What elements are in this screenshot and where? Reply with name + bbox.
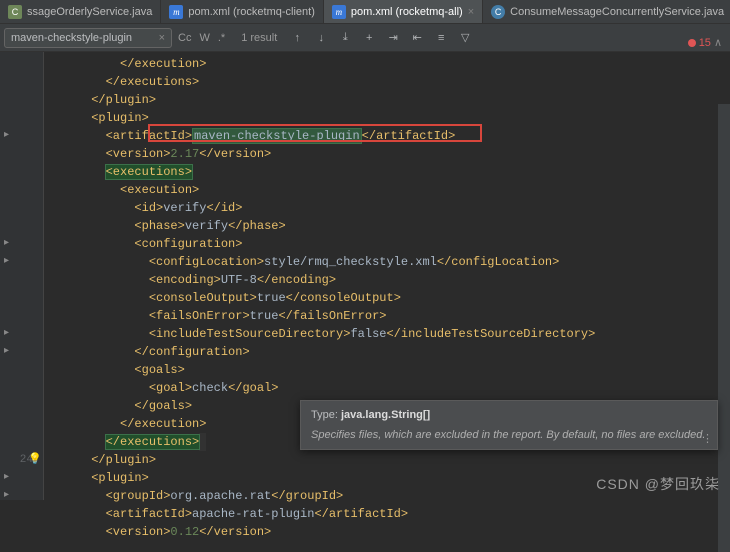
code-line[interactable]: <configuration> [48,235,595,253]
code-line[interactable]: <includeTestSourceDirectory>false</inclu… [48,325,595,343]
tooltip-type-label: Type: [311,409,338,421]
search-input[interactable]: maven-checkstyle-plugin × [4,28,172,48]
code-line[interactable]: <failsOnError>true</failsOnError> [48,307,595,325]
editor-tabs: CssageOrderlyService.java m pom.xml (rocke… [0,0,730,24]
file-type-icon: C [8,5,22,19]
tab-label: ConsumeMessageConcurrentlyService.java [510,6,724,18]
code-line[interactable]: <executions> [48,163,595,181]
tooltip-type-value: java.lang.String[] [341,409,430,421]
error-stripe[interactable] [718,104,730,552]
code-line[interactable]: <goal>check</goal> [48,379,595,397]
tooltip-description: Specifies files, which are excluded in t… [311,429,707,441]
code-line[interactable]: <plugin> [48,469,595,487]
code-line[interactable]: <plugin> [48,109,595,127]
intention-bulb-icon[interactable]: 💡 [28,451,42,469]
code-line[interactable]: <id>verify</id> [48,199,595,217]
code-line[interactable]: </execution> [48,55,595,73]
tab-label: pom.xml (rocketmq-client) [188,6,315,18]
code-line[interactable]: </plugin> [48,451,595,469]
search-option[interactable]: W [199,32,209,44]
code-line[interactable]: <artifactId>apache-rat-plugin</artifactI… [48,505,595,523]
code-line[interactable]: <groupId>org.apache.rat</groupId> [48,487,595,505]
code-line[interactable]: <configLocation>style/rmq_checkstyle.xml… [48,253,595,271]
tab-label: pom.xml (rocketmq-all) [351,6,463,18]
code-line[interactable]: </plugin> [48,91,595,109]
editor-tab[interactable]: CssageOrderlyService.java [0,0,161,24]
search-nav-button[interactable]: ⇥ [385,31,401,44]
search-option[interactable]: .* [218,32,225,44]
code-line[interactable]: <version>2.17</version> [48,145,595,163]
doc-tooltip: Type: java.lang.String[] Specifies files… [300,400,718,450]
search-options: Cc W .* [178,32,225,44]
code-line[interactable]: <phase>verify</phase> [48,217,595,235]
search-nav: ↑ ↓ ⤓ + ⇥ ⇤ ≡ ▽ [289,31,473,44]
code-line[interactable]: <goals> [48,361,595,379]
code-line[interactable]: </executions> [48,73,595,91]
fold-icon[interactable]: ▸ [4,235,9,253]
fold-icon[interactable]: ▸ [4,469,9,487]
fold-icon[interactable]: ▸ [4,487,9,505]
code-line[interactable]: <artifactId>maven-checkstyle-plugin</art… [48,127,595,145]
fold-icon[interactable]: ▸ [4,253,9,271]
tooltip-more-icon[interactable]: ⋮ [702,432,713,445]
code-line[interactable]: <consoleOutput>true</consoleOutput> [48,289,595,307]
search-nav-button[interactable]: ↑ [289,32,305,44]
editor-tab[interactable]: m pom.xml (rocketmq-client) [161,0,324,24]
search-nav-button[interactable]: ↓ [313,32,329,44]
tab-label: ssageOrderlyService.java [27,6,152,18]
search-bar: maven-checkstyle-plugin × Cc W .* 1 result… [0,24,730,52]
file-type-icon: C [491,5,505,19]
clear-search-icon[interactable]: × [159,32,165,44]
search-query: maven-checkstyle-plugin [11,32,132,44]
editor-tab[interactable]: C ConsumeMessageConcurrentlyService.java [483,0,730,24]
search-nav-button[interactable]: ▽ [457,31,473,44]
fold-icon[interactable]: ▸ [4,343,9,361]
fold-icon[interactable]: ▸ [4,127,9,145]
error-count: 15 [699,37,711,49]
search-result-count: 1 result [241,32,277,44]
editor-tab[interactable]: m pom.xml (rocketmq-all) × [324,0,483,24]
file-type-icon: m [332,5,346,19]
code-line[interactable]: </configuration> [48,343,595,361]
search-nav-button[interactable]: ⤓ [337,31,353,44]
search-nav-button[interactable]: + [361,32,377,44]
search-nav-button[interactable]: ≡ [433,32,449,44]
error-icon [688,39,696,47]
file-type-icon: m [169,5,183,19]
error-indicator[interactable]: 15 ∧ [688,36,722,49]
search-nav-button[interactable]: ⇤ [409,31,425,44]
fold-icon[interactable]: ▸ [4,325,9,343]
search-option[interactable]: Cc [178,32,191,44]
code-line[interactable]: <execution> [48,181,595,199]
line-gutter: ▸▸▸▸▸24💡▸▸ [0,52,44,500]
close-tab-icon[interactable]: × [468,6,474,18]
code-line[interactable]: <encoding>UTF-8</encoding> [48,271,595,289]
code-line[interactable]: <version>0.12</version> [48,523,595,541]
